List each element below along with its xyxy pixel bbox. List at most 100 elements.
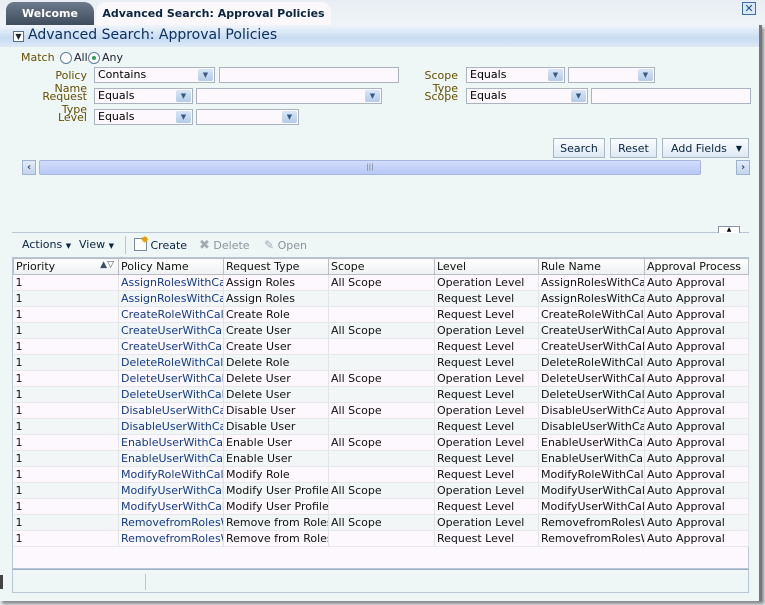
scroll-left-icon[interactable]: ‹ [22,160,36,175]
cell-request-type: Delete User [223,386,329,403]
cell-policy-name[interactable]: CreateRoleWithCallba [118,306,224,323]
tab-welcome[interactable]: Welcome [6,2,94,25]
cell-policy-name[interactable]: DisableUserWithCallb [118,418,224,435]
table-row[interactable]: 1ModifyUserWithCallbaModify User Profile… [13,482,749,499]
table-row[interactable]: 1DeleteRoleWithCallbaDelete RoleRequest … [13,354,749,371]
cell-priority: 1 [13,418,119,435]
cell-scope [328,290,435,307]
column-header-priority[interactable]: Priority ▲▽ [13,258,119,275]
search-button[interactable]: Search [553,138,605,158]
cell-policy-name[interactable]: DeleteRoleWithCallba [118,354,224,371]
table-row[interactable]: 1DeleteUserWithCallbaDelete User Request … [13,386,749,403]
policy-name-input[interactable] [219,67,399,83]
column-header-scope[interactable]: Scope [328,258,435,275]
cell-priority: 1 [13,386,119,403]
cell-rule-name: DeleteRoleWithCallba [538,354,645,371]
column-header-rule-name[interactable]: Rule Name [538,258,645,275]
chevron-down-icon: ▼ [365,90,380,102]
horizontal-scrollbar[interactable]: ‹ ||| › [22,160,750,175]
cell-level: Request Level [434,354,539,371]
cell-request-type: Modify User Profile [223,498,329,515]
column-header-policy-name[interactable]: Policy Name [118,258,224,275]
table-row[interactable]: 1AssignRolesWithCallbAssign RolesRequest… [13,290,749,307]
level-value-select[interactable]: ▼ [196,109,299,125]
view-menu[interactable]: View ▼ [79,238,114,251]
table-row[interactable]: 1DisableUserWithCallbDisable UserRequest… [13,418,749,435]
cell-approval-process: Auto Approval [644,354,749,371]
add-fields-button[interactable]: Add Fields ▼ [662,138,749,158]
cell-policy-name[interactable]: DeleteUserWithCallba [118,370,224,387]
column-header-request-type[interactable]: Request Type [223,258,329,275]
cell-rule-name: EnableUserWithCallba [538,450,645,467]
cell-policy-name[interactable]: CreateUserWithCallba [118,322,224,339]
table-row[interactable]: 1RemovefromRolesWitRemove from RolesAll … [13,514,749,531]
add-fields-label: Add Fields [671,141,727,155]
collapse-pane-icon[interactable]: ▲ [718,226,740,233]
delete-button[interactable]: ✖ Delete [199,238,250,253]
cell-level: Operation Level [434,434,539,451]
column-header-approval-process[interactable]: Approval Process [644,258,749,275]
scroll-right-icon[interactable]: › [736,160,750,175]
cell-scope: All Scope [328,434,435,451]
cell-policy-name[interactable]: EnableUserWithCallba [118,450,224,467]
cell-policy-name[interactable]: EnableUserWithCallba [118,434,224,451]
close-icon[interactable]: ✕ [742,2,756,15]
table-row[interactable]: 1ModifyRoleWithCallbaModify RoleRequest … [13,466,749,483]
cell-approval-process: Auto Approval [644,402,749,419]
table-row[interactable]: 1EnableUserWithCallbaEnable UserAll Scop… [13,434,749,451]
cell-policy-name[interactable]: RemovefromRolesWit [118,530,224,547]
cell-priority: 1 [13,434,119,451]
scope-input[interactable] [591,88,751,104]
cell-policy-name[interactable]: CreateUserWithCallba [118,338,224,355]
level-operator-value: Equals [98,110,135,123]
table-row[interactable]: 1DisableUserWithCallbDisable UserAll Sco… [13,402,749,419]
table-row[interactable]: 1RemovefromRolesWitRemove from RolesRequ… [13,530,749,547]
collapse-icon[interactable]: ▼ [13,31,24,42]
cell-priority: 1 [13,466,119,483]
cell-level: Request Level [434,466,539,483]
tab-advanced-search[interactable]: Advanced Search: Approval Policies [96,2,331,25]
policy-name-operator-select[interactable]: Contains ▼ [94,67,215,83]
cell-request-type: Enable User [223,434,329,451]
match-all-radio[interactable] [60,52,72,64]
cell-policy-name[interactable]: DeleteUserWithCallba [118,386,224,403]
column-header-level[interactable]: Level [434,258,539,275]
cell-level: Request Level [434,386,539,403]
cell-scope [328,466,435,483]
cell-policy-name[interactable]: ModifyUserWithCallba [118,498,224,515]
table-row[interactable]: 1CreateUserWithCallbaCreate UserAll Scop… [13,322,749,339]
column-header-label: Priority [16,260,56,273]
cell-policy-name[interactable]: AssignRolesWithCallb [118,274,224,291]
scroll-thumb[interactable]: ||| [39,160,701,175]
cell-level: Request Level [434,290,539,307]
delete-label: Delete [213,239,250,252]
cell-policy-name[interactable]: DisableUserWithCallb [118,402,224,419]
scope-operator-select[interactable]: Equals ▼ [466,88,588,104]
create-button[interactable]: ✸ Create [134,235,187,252]
open-button[interactable]: ✎ Open [264,238,307,252]
footer-divider [145,574,146,590]
actions-menu[interactable]: Actions ▼ [22,238,71,251]
cell-policy-name[interactable]: RemovefromRolesWit [118,514,224,531]
cell-priority: 1 [13,338,119,355]
table-row[interactable]: 1CreateRoleWithCallbaCreate RoleRequest … [13,306,749,323]
cell-policy-name[interactable]: ModifyUserWithCallba [118,482,224,499]
request-type-operator-select[interactable]: Equals ▼ [94,88,193,104]
cell-level: Request Level [434,306,539,323]
cell-scope [328,498,435,515]
request-type-value-select[interactable]: ▼ [196,88,382,104]
cell-rule-name: DeleteUserWithCallba [538,370,645,387]
table-row[interactable]: 1AssignRolesWithCallbAssign RolesAll Sco… [13,274,749,291]
table-row[interactable]: 1DeleteUserWithCallbaDelete UserAll Scop… [13,370,749,387]
table-row[interactable]: 1CreateUserWithCallbaCreate UserRequest … [13,338,749,355]
match-any-radio[interactable] [88,52,100,64]
table-row[interactable]: 1EnableUserWithCallbaEnable UserRequest … [13,450,749,467]
scope-type-value-select[interactable]: ▼ [568,67,655,83]
sort-icon[interactable]: ▲▽ [100,260,114,270]
cell-policy-name[interactable]: ModifyRoleWithCallba [118,466,224,483]
table-row[interactable]: 1ModifyUserWithCallbaModify User Profile… [13,498,749,515]
level-operator-select[interactable]: Equals ▼ [94,109,193,125]
scope-type-operator-select[interactable]: Equals ▼ [466,67,565,83]
cell-policy-name[interactable]: AssignRolesWithCallb [118,290,224,307]
reset-button[interactable]: Reset [610,138,657,158]
